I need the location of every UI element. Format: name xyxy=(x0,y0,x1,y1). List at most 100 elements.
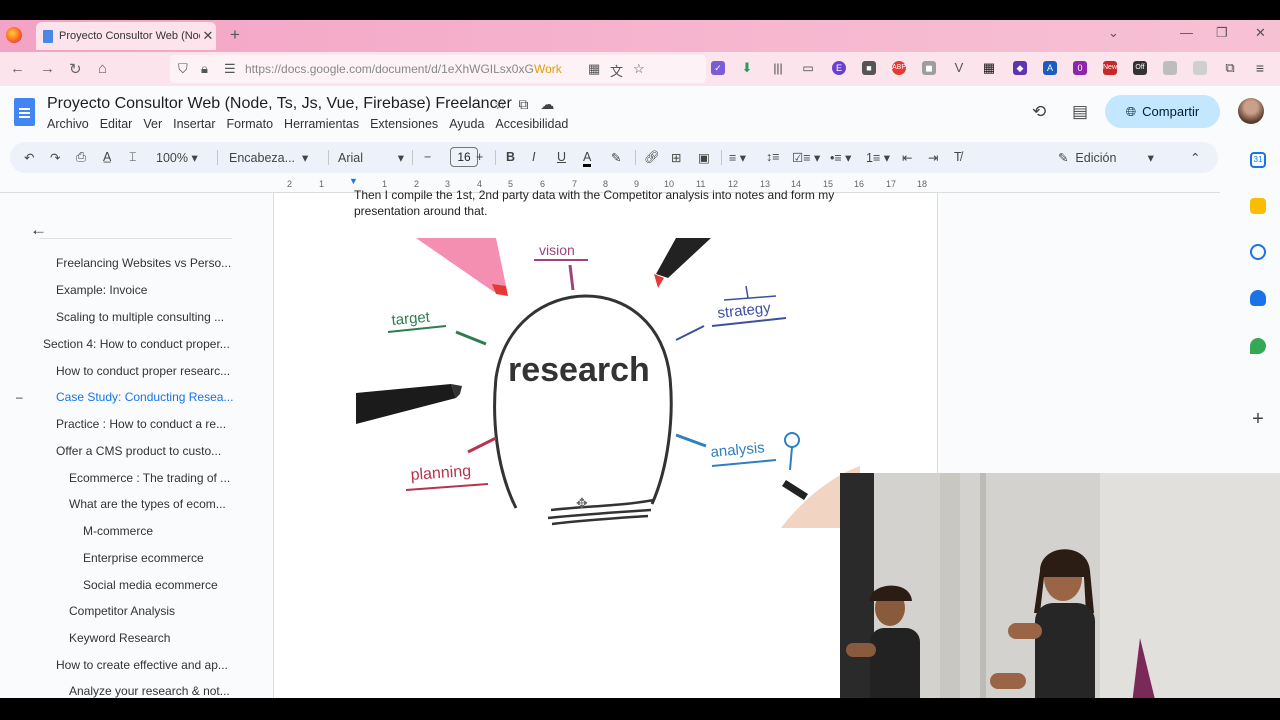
adblock-icon[interactable]: ABP xyxy=(892,61,906,75)
undo-icon[interactable]: ↶ xyxy=(24,150,34,165)
italic-icon[interactable]: I xyxy=(532,150,535,164)
spellcheck-icon[interactable]: A̲ xyxy=(103,150,111,164)
sidebar-icon[interactable]: ▭ xyxy=(801,61,815,75)
minimize-icon[interactable]: — xyxy=(1180,25,1193,40)
menu-insertar[interactable]: Insertar xyxy=(173,117,215,131)
extension-purple-icon[interactable]: ◆ xyxy=(1013,61,1027,75)
insert-link-icon[interactable]: 🔗︎ xyxy=(644,150,660,165)
font-select[interactable]: Arial ▾ xyxy=(338,150,404,165)
redo-icon[interactable]: ↷ xyxy=(50,150,60,165)
close-tab-icon[interactable]: ✕ xyxy=(200,28,216,44)
outline-item[interactable]: Analyze your research & not... xyxy=(69,684,230,698)
outline-item[interactable]: Section 4: How to conduct proper... xyxy=(43,337,230,351)
extension-grid-icon[interactable]: ▦ xyxy=(982,61,996,75)
bulleted-list-icon[interactable]: •≡ ▾ xyxy=(830,150,851,165)
tasks-icon[interactable] xyxy=(1250,244,1266,260)
pocket-icon[interactable]: ✓ xyxy=(711,61,725,75)
outline-item[interactable]: Social media ecommerce xyxy=(83,578,218,592)
menu-archivo[interactable]: Archivo xyxy=(47,117,89,131)
forward-icon[interactable]: → xyxy=(40,60,55,77)
insert-comment-icon[interactable]: ⊞ xyxy=(671,150,681,165)
cloud-status-icon[interactable]: ☁︎ xyxy=(540,96,554,112)
comments-icon[interactable]: ▤ xyxy=(1072,102,1088,122)
menu-editar[interactable]: Editar xyxy=(100,117,133,131)
outline-item[interactable]: Offer a CMS product to custo... xyxy=(56,444,221,458)
close-window-icon[interactable]: ✕ xyxy=(1255,25,1266,41)
outline-item[interactable]: Ecommerce : The trading of ... xyxy=(69,471,230,485)
zoom-select[interactable]: 100% ▾ xyxy=(156,150,198,165)
checklist-icon[interactable]: ☑≡ ▾ xyxy=(792,150,820,165)
highlight-icon[interactable]: ✎ xyxy=(611,150,621,165)
close-outline-icon[interactable]: ← xyxy=(30,220,47,240)
paragraph-style-select[interactable]: Encabeza... ▾ xyxy=(229,150,308,165)
clear-formatting-icon[interactable]: T̸ xyxy=(954,150,962,164)
numbered-list-icon[interactable]: 1≡ ▾ xyxy=(866,150,890,165)
maximize-icon[interactable]: ❐ xyxy=(1216,25,1228,41)
indent-marker-icon[interactable]: ▼ xyxy=(349,176,358,186)
bold-icon[interactable]: B xyxy=(506,150,515,164)
avatar[interactable] xyxy=(1238,98,1264,124)
back-icon[interactable]: ← xyxy=(10,60,25,77)
contacts-icon[interactable] xyxy=(1250,290,1266,306)
decrease-font-size-icon[interactable]: − xyxy=(424,150,431,164)
print-icon[interactable]: ⎙ xyxy=(76,150,86,165)
extension-translate-icon[interactable]: A xyxy=(1043,61,1057,75)
collapse-menus-icon[interactable]: ⌃ xyxy=(1190,150,1200,165)
new-tab-icon[interactable]: + xyxy=(230,25,240,45)
extension-light-icon[interactable] xyxy=(1163,61,1177,75)
research-illustration[interactable]: research vision strategy target planning… xyxy=(356,238,860,528)
outline-item[interactable]: How to create effective and ap... xyxy=(56,658,228,672)
keep-icon[interactable] xyxy=(1250,198,1266,214)
menu-accesibilidad[interactable]: Accesibilidad xyxy=(495,117,568,131)
body-paragraph[interactable]: Then I compile the 1st, 2nd party data w… xyxy=(354,187,854,219)
calendar-icon[interactable]: 31 xyxy=(1250,152,1266,168)
apps-icon[interactable]: ▦ xyxy=(588,61,600,77)
library-icon[interactable]: ||| xyxy=(771,61,785,75)
lock-icon[interactable]: 🔒︎ xyxy=(201,61,208,77)
extension-box-icon[interactable] xyxy=(1193,61,1207,75)
document-page[interactable]: Then I compile the 1st, 2nd party data w… xyxy=(274,188,938,698)
decrease-indent-icon[interactable]: ⇤ xyxy=(902,150,912,165)
get-addons-icon[interactable]: + xyxy=(1250,409,1266,429)
outline-item[interactable]: How to conduct proper researc... xyxy=(56,364,230,378)
outline-item[interactable]: What are the types of ecom... xyxy=(69,497,226,511)
extension-camera-icon[interactable]: ■ xyxy=(862,61,876,75)
maps-icon[interactable] xyxy=(1250,338,1266,354)
outline-item[interactable]: M-commerce xyxy=(83,524,153,538)
text-color-icon[interactable]: A xyxy=(583,150,592,167)
outline-item[interactable]: Keyword Research xyxy=(69,631,170,645)
translate-icon[interactable]: 文 xyxy=(610,61,623,80)
increase-font-size-icon[interactable]: + xyxy=(476,150,483,164)
docs-logo-icon[interactable] xyxy=(14,98,35,126)
extension-counter-icon[interactable]: 0 xyxy=(1073,61,1087,75)
outline-item-active[interactable]: Case Study: Conducting Resea... xyxy=(56,390,233,404)
outline-item[interactable]: Scaling to multiple consulting ... xyxy=(56,310,224,324)
insert-image-icon[interactable]: ▣ xyxy=(698,150,710,165)
tracking-shield-icon[interactable]: ⛉ xyxy=(178,61,188,77)
underline-icon[interactable]: U xyxy=(557,150,566,164)
permissions-icon[interactable]: ☰ xyxy=(224,61,236,77)
outline-item[interactable]: Example: Invoice xyxy=(56,283,147,297)
outline-item[interactable]: Enterprise ecommerce xyxy=(83,551,204,565)
extension-new-icon[interactable]: New xyxy=(1103,61,1117,75)
share-button[interactable]: 🌐︎ Compartir xyxy=(1105,95,1220,128)
menu-ver[interactable]: Ver xyxy=(143,117,162,131)
extension-off-icon[interactable]: Off xyxy=(1133,61,1147,75)
align-icon[interactable]: ≡ ▾ xyxy=(729,150,746,165)
bookmark-star-icon[interactable]: ☆ xyxy=(633,61,645,77)
vue-devtools-icon[interactable]: V xyxy=(952,61,966,75)
extension-e-icon[interactable]: E xyxy=(832,61,846,75)
star-icon[interactable]: ☆ xyxy=(494,96,507,112)
menu-formato[interactable]: Formato xyxy=(227,117,274,131)
increase-indent-icon[interactable]: ⇥ xyxy=(928,150,938,165)
outline-item[interactable]: Practice : How to conduct a re... xyxy=(56,417,226,431)
font-size-input[interactable]: 16 xyxy=(450,147,478,167)
extension-grey-icon[interactable]: ◼ xyxy=(922,61,936,75)
download-icon[interactable]: ⬇ xyxy=(740,61,754,75)
line-spacing-icon[interactable]: ↕≡ xyxy=(766,150,780,164)
move-folder-icon[interactable]: ⧉ xyxy=(518,96,528,112)
firefox-icon[interactable] xyxy=(6,27,22,43)
list-tabs-icon[interactable]: ⌄ xyxy=(1108,25,1119,41)
menu-extensiones[interactable]: Extensiones xyxy=(370,117,438,131)
menu-herramientas[interactable]: Herramientas xyxy=(284,117,359,131)
